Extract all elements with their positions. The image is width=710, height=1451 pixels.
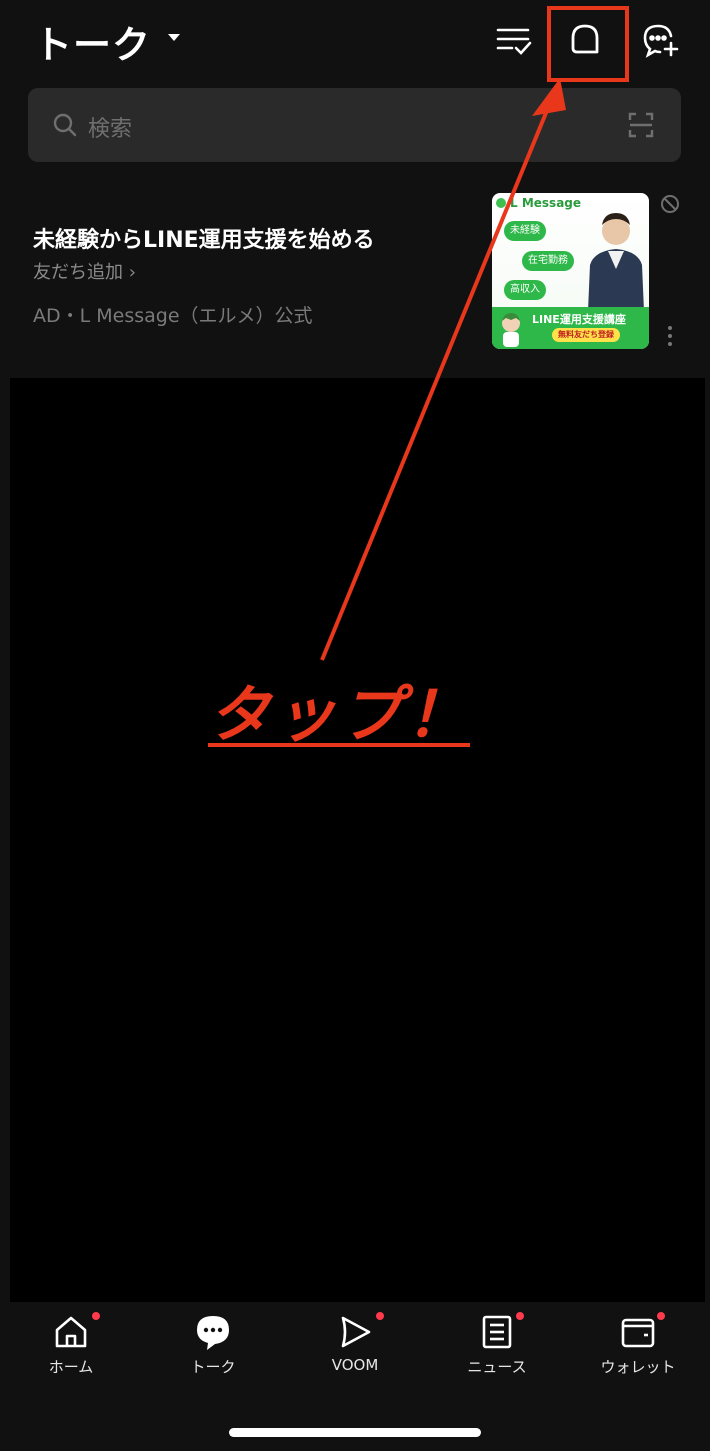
highlight-box — [547, 6, 629, 82]
add-friend-link[interactable]: 友だち追加 › — [33, 258, 136, 284]
ad-meta: AD・L Message（エルメ）公式 — [33, 305, 313, 327]
badge-dot — [516, 1312, 524, 1320]
badge-dot — [376, 1312, 384, 1320]
block-icon[interactable] — [660, 194, 680, 214]
search-placeholder: 検索 — [88, 117, 133, 142]
scan-icon[interactable] — [628, 112, 654, 138]
home-icon — [55, 1316, 87, 1348]
tab-voom[interactable]: VOOM — [300, 1312, 410, 1382]
page-title[interactable]: トーク — [34, 14, 151, 69]
header: トーク — [0, 0, 710, 82]
search-bar[interactable]: 検索 — [28, 88, 681, 162]
tab-label: ニュース — [467, 1358, 527, 1376]
bottom-tab-bar: ホーム トーク VOOM ニュース ウォレット — [0, 1302, 710, 1451]
new-chat-icon[interactable] — [638, 18, 682, 62]
banner-footer-text: LINE運用支援講座 — [532, 313, 626, 326]
more-icon[interactable] — [666, 326, 674, 350]
ad-title[interactable]: 未経験からLINE運用支援を始める — [33, 222, 375, 254]
ad-item[interactable]: 未経験からLINE運用支援を始める 友だち追加 › AD・L Message（エ… — [0, 178, 710, 378]
chevron-down-icon[interactable] — [168, 34, 180, 41]
tab-label: トーク — [190, 1358, 236, 1376]
wallet-icon — [621, 1318, 655, 1348]
ad-banner-image[interactable]: L Message 未経験 在宅勤務 高収入 LINE運用支援講座 無料友だち登… — [492, 193, 649, 349]
lmessage-logo-icon — [496, 198, 506, 208]
tab-wallet[interactable]: ウォレット — [583, 1312, 693, 1382]
tab-label: ホーム — [48, 1358, 94, 1376]
banner-cta: 無料友だち登録 — [552, 328, 620, 342]
banner-pill: 未経験 — [504, 221, 546, 241]
voom-icon — [341, 1316, 371, 1348]
tab-label: ウォレット — [600, 1358, 676, 1376]
badge-dot — [92, 1312, 100, 1320]
annotation-underline — [208, 743, 470, 747]
person-photo — [588, 213, 644, 311]
mascot-icon — [502, 313, 520, 347]
banner-logo: L Message — [510, 196, 582, 210]
tab-home[interactable]: ホーム — [16, 1312, 126, 1382]
tab-talk[interactable]: トーク — [158, 1312, 268, 1382]
annotation-text: タップ！ — [208, 678, 473, 751]
tab-label: VOOM — [331, 1356, 379, 1374]
banner-pill: 高収入 — [504, 280, 546, 300]
chat-icon — [197, 1316, 229, 1350]
news-icon — [482, 1315, 512, 1349]
tab-news[interactable]: ニュース — [442, 1312, 552, 1382]
list-check-icon[interactable] — [492, 18, 536, 62]
home-indicator — [229, 1428, 481, 1437]
badge-dot — [657, 1312, 665, 1320]
banner-pill: 在宅勤務 — [522, 251, 574, 271]
search-icon — [53, 113, 77, 137]
chat-list-empty — [10, 378, 705, 1302]
